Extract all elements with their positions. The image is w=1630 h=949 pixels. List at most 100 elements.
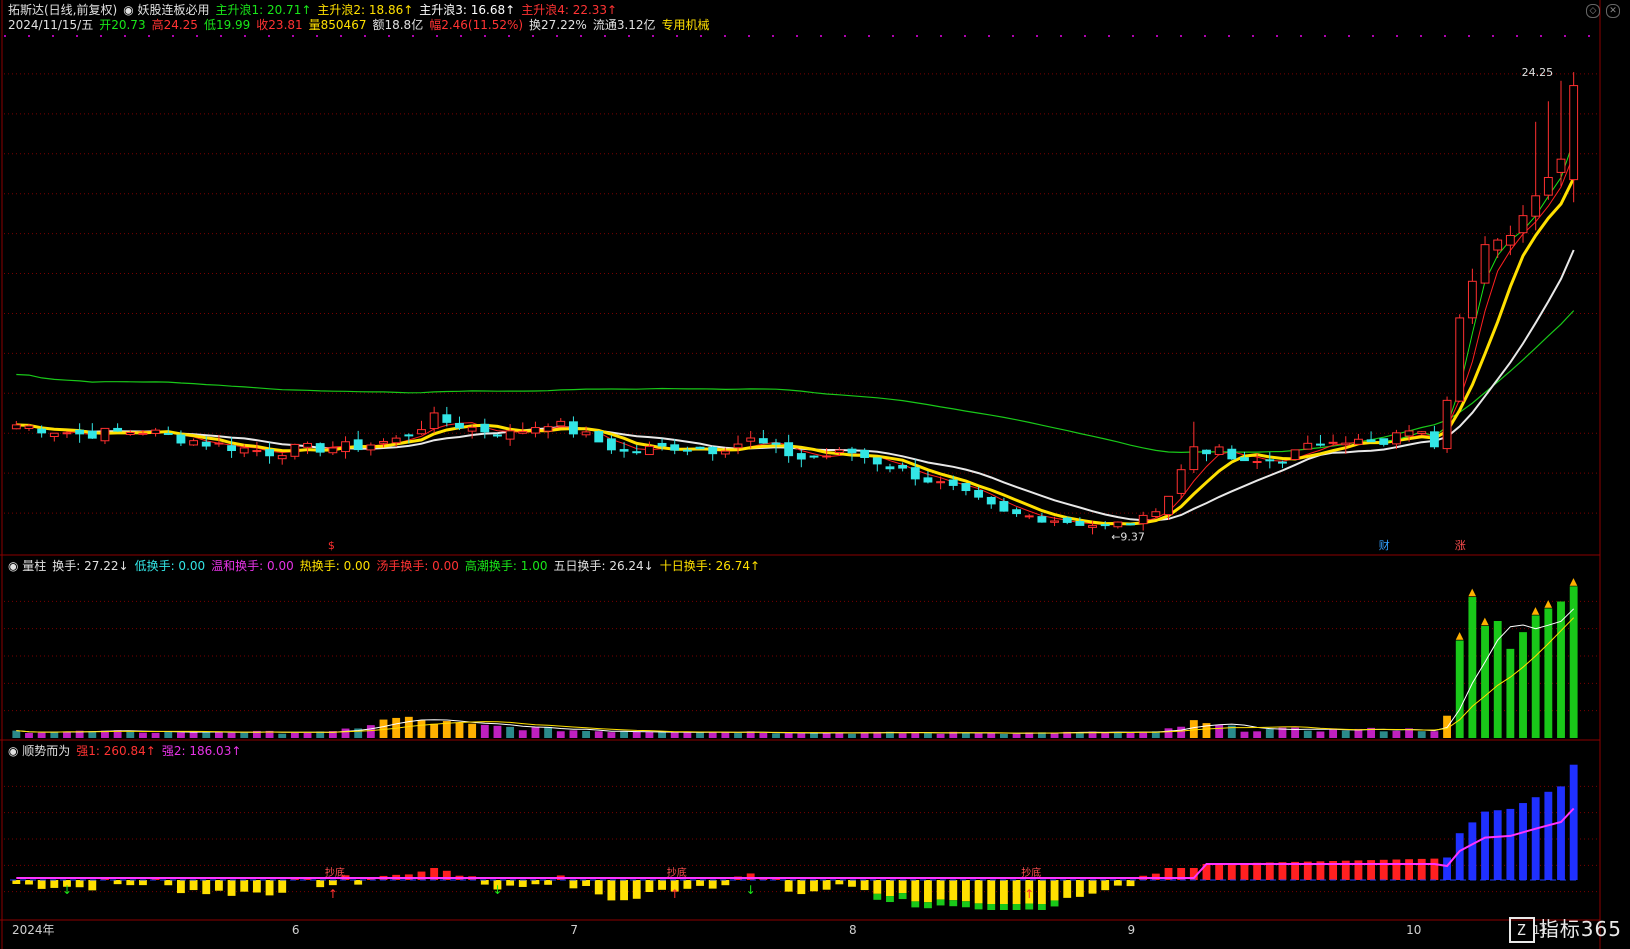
candle-body bbox=[581, 431, 591, 436]
trend-legend-item: 强2: 186.03↑ bbox=[161, 744, 242, 758]
trend-bar bbox=[1088, 880, 1097, 894]
volume-bar bbox=[556, 731, 565, 738]
candle-body bbox=[163, 432, 173, 435]
header-line2-item: 收23.81 bbox=[256, 18, 303, 32]
candle-body bbox=[493, 434, 502, 437]
candle-body bbox=[543, 426, 553, 432]
candle-body bbox=[1202, 449, 1211, 455]
trend-bar bbox=[683, 880, 692, 889]
candle-body bbox=[1075, 520, 1085, 526]
candle-body bbox=[290, 443, 300, 457]
candle-body bbox=[1290, 449, 1300, 460]
candle-body bbox=[1024, 515, 1034, 518]
candle-body bbox=[1354, 438, 1363, 445]
candle-body bbox=[606, 438, 616, 451]
trend-bar bbox=[1430, 858, 1439, 880]
trend-bar bbox=[1151, 873, 1160, 880]
candle-body bbox=[1240, 457, 1249, 462]
volume-bar bbox=[1455, 640, 1464, 738]
header-line2-item: 换27.22% bbox=[529, 18, 587, 32]
volume-bar bbox=[50, 732, 59, 738]
volume-bar bbox=[645, 732, 654, 738]
volume-bar bbox=[658, 732, 666, 738]
candle-body bbox=[885, 466, 895, 470]
candle-body bbox=[252, 450, 262, 453]
trend-bar-green bbox=[911, 901, 920, 908]
trend-bar bbox=[582, 880, 591, 886]
volume-bar bbox=[1379, 731, 1388, 738]
trend-bar bbox=[278, 880, 287, 893]
chart-canvas[interactable]: 2024年 6 7 8 9 10 1124.25←9.37$ 财涨▲▲▲▲▲▲抄底↑抄底↑抄底… bbox=[0, 0, 1630, 949]
candle-body bbox=[644, 445, 654, 456]
trend-bar bbox=[1012, 880, 1021, 904]
trend-bar bbox=[1240, 863, 1249, 880]
candle-body bbox=[151, 429, 161, 434]
volume-bar bbox=[12, 730, 21, 738]
candle-body bbox=[62, 432, 72, 435]
trend-bar bbox=[12, 880, 21, 884]
header-line1-item: 拓斯达(日线,前复权) bbox=[8, 3, 118, 17]
buy-arrow-icon: ↑ bbox=[1024, 887, 1034, 901]
candle-body bbox=[455, 422, 464, 429]
candle-body bbox=[1404, 430, 1414, 437]
trend-bar-green bbox=[974, 903, 983, 910]
collapse-icon[interactable]: ◇ bbox=[1586, 4, 1600, 18]
header-line2-item: 开20.73 bbox=[99, 18, 146, 32]
candle-body bbox=[1138, 514, 1148, 525]
candle-body bbox=[467, 426, 477, 432]
header-line2-item: 高24.25 bbox=[151, 18, 198, 32]
trend-bar bbox=[949, 880, 958, 901]
volume-bar bbox=[772, 733, 780, 738]
close-icon[interactable]: ✕ bbox=[1606, 4, 1620, 18]
candle-body bbox=[429, 412, 439, 430]
volume-bar bbox=[721, 732, 730, 738]
volume-legend-item: ◉ 量柱 bbox=[8, 559, 47, 573]
candle-body bbox=[265, 449, 274, 457]
bottom-signal-label: 抄底 bbox=[325, 866, 345, 879]
trend-bar bbox=[1405, 859, 1413, 880]
candle-body bbox=[125, 432, 135, 436]
volume-bar bbox=[924, 732, 932, 738]
volume-bar bbox=[493, 725, 502, 738]
volume-bar bbox=[759, 732, 768, 738]
trend-bar bbox=[974, 880, 983, 904]
trend-bar bbox=[189, 880, 198, 891]
candle-body bbox=[1569, 85, 1579, 181]
volume-legend-item: 低换手: 0.00 bbox=[134, 559, 206, 573]
ma-red-line bbox=[16, 154, 1575, 526]
ma-yellow-line bbox=[16, 177, 1576, 526]
candle-body bbox=[176, 434, 186, 444]
candle-body bbox=[1328, 441, 1338, 444]
trend-bar-green bbox=[962, 901, 970, 908]
candle-body bbox=[315, 443, 325, 453]
volume-bar bbox=[1177, 726, 1186, 738]
candle-body bbox=[1113, 521, 1123, 528]
volume-legend-item: 汤手换手: 0.00 bbox=[376, 559, 459, 573]
volume-bar bbox=[240, 732, 249, 738]
header-line2-item: 额18.8亿 bbox=[372, 18, 424, 32]
trend-bar bbox=[1227, 863, 1236, 880]
candle-body bbox=[87, 430, 97, 439]
volume-bar bbox=[290, 732, 299, 738]
trend-bar bbox=[1519, 803, 1527, 880]
candle-body bbox=[1265, 459, 1275, 462]
candle-body bbox=[1214, 446, 1224, 455]
trend-bar bbox=[645, 880, 654, 893]
volume-bar bbox=[1417, 731, 1426, 738]
header-line2-item: 幅2.46(11.52%) bbox=[429, 18, 524, 32]
volume-bar bbox=[620, 731, 628, 738]
trend-bar bbox=[1468, 822, 1477, 880]
candle-body bbox=[809, 455, 819, 458]
volume-bar bbox=[999, 733, 1008, 738]
candle-body bbox=[746, 437, 756, 442]
candle-body bbox=[670, 444, 680, 451]
volume-legend-item: 热换手: 0.00 bbox=[299, 559, 371, 573]
candle-body bbox=[1480, 244, 1490, 284]
trend-bar bbox=[265, 880, 274, 896]
trend-bar bbox=[746, 873, 755, 880]
candle-body bbox=[1379, 438, 1389, 445]
turnover-5day-line bbox=[16, 608, 1575, 734]
trend-bar bbox=[848, 880, 856, 887]
candle-body bbox=[1100, 524, 1110, 527]
trend-bar bbox=[924, 880, 932, 903]
